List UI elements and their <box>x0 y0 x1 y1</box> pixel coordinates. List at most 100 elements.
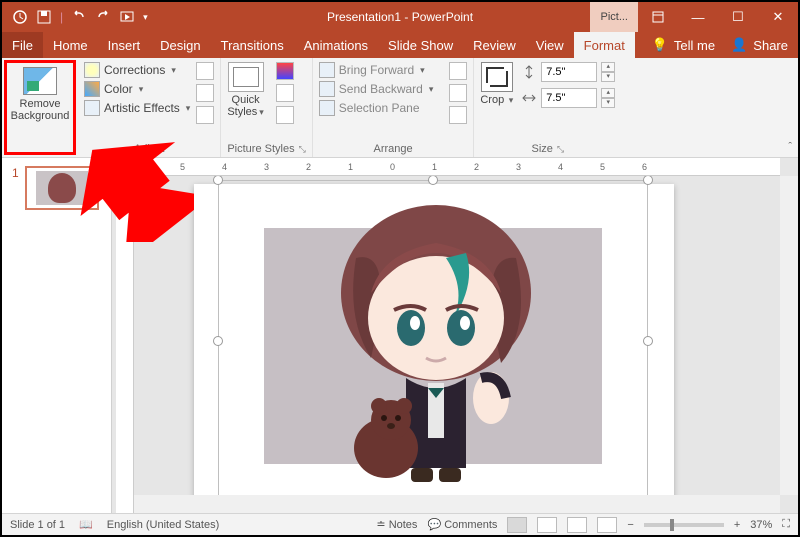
height-up[interactable]: ▴ <box>601 62 615 72</box>
tab-animations[interactable]: Animations <box>294 32 378 58</box>
tab-insert[interactable]: Insert <box>98 32 151 58</box>
vertical-ruler <box>116 176 134 513</box>
tab-design[interactable]: Design <box>150 32 210 58</box>
tell-me[interactable]: Tell me <box>674 38 715 53</box>
crop-button[interactable]: Crop ▾ <box>480 62 513 106</box>
group-objects-button[interactable] <box>449 84 467 102</box>
contextual-tab-label: Pict... <box>590 2 638 32</box>
color-button[interactable]: Color▾ <box>84 81 190 97</box>
vertical-scrollbar[interactable] <box>780 176 798 495</box>
tab-home[interactable]: Home <box>43 32 98 58</box>
close-button[interactable]: ✕ <box>758 2 798 32</box>
comments-button[interactable]: 💬 Comments <box>427 518 497 531</box>
height-field[interactable]: 7.5" ▴▾ <box>521 62 615 82</box>
share-button[interactable]: Share <box>753 38 788 53</box>
quick-styles-icon <box>228 62 264 92</box>
undo-icon[interactable] <box>71 9 87 25</box>
horizontal-ruler: 6 5 4 3 2 1 0 1 2 3 4 5 6 <box>134 158 780 176</box>
thumbnail-image <box>36 171 88 205</box>
tab-file[interactable]: File <box>2 32 43 58</box>
spellcheck-icon[interactable]: 📖 <box>79 518 93 531</box>
zoom-slider[interactable] <box>644 523 724 527</box>
qat-separator: | <box>60 10 63 24</box>
qat-dropdown-icon[interactable]: ▾ <box>143 12 148 23</box>
width-field[interactable]: 7.5" ▴▾ <box>521 88 615 108</box>
redo-icon[interactable] <box>95 9 111 25</box>
tab-review[interactable]: Review <box>463 32 526 58</box>
picture-border-button[interactable] <box>276 62 294 80</box>
zoom-level[interactable]: 37% <box>750 519 772 531</box>
group-arrange: Bring Forward▾ Send Backward▾ Selection … <box>313 58 475 157</box>
start-slideshow-icon[interactable] <box>119 9 135 25</box>
horizontal-scrollbar[interactable] <box>134 495 780 513</box>
selected-picture[interactable] <box>218 180 648 495</box>
width-down[interactable]: ▾ <box>601 98 615 108</box>
width-icon <box>521 90 537 106</box>
reading-view-button[interactable] <box>567 517 587 533</box>
dialog-launcher-icon[interactable]: ⤡ <box>299 144 306 154</box>
slideshow-view-button[interactable] <box>597 517 617 533</box>
group-picture-styles: Quick Styles▾ Picture Styles⤡ <box>221 58 312 157</box>
slide-sorter-button[interactable] <box>537 517 557 533</box>
change-picture-button[interactable] <box>196 84 214 102</box>
tab-transitions[interactable]: Transitions <box>211 32 294 58</box>
picture-effects-button[interactable] <box>276 84 294 102</box>
remove-background-icon <box>23 67 57 95</box>
remove-background-button[interactable]: Remove Background <box>4 60 76 155</box>
slide-indicator[interactable]: Slide 1 of 1 <box>10 519 65 531</box>
height-down[interactable]: ▾ <box>601 72 615 82</box>
zoom-out-button[interactable]: − <box>627 519 633 531</box>
autosave-icon[interactable] <box>12 9 28 25</box>
quick-access-toolbar: | ▾ <box>2 9 148 25</box>
dialog-launcher-icon[interactable]: ⤡ <box>557 144 564 154</box>
title-bar: | ▾ Presentation1 - PowerPoint Pict... —… <box>2 2 798 32</box>
quick-styles-button[interactable]: Quick Styles▾ <box>227 62 264 118</box>
minimize-button[interactable]: — <box>678 2 718 32</box>
picture-illustration <box>316 198 556 488</box>
corrections-button[interactable]: Corrections▾ <box>84 62 190 78</box>
maximize-button[interactable]: ☐ <box>718 2 758 32</box>
normal-view-button[interactable] <box>507 517 527 533</box>
selection-pane-button[interactable]: Selection Pane <box>319 100 434 116</box>
artistic-icon <box>84 100 100 116</box>
group-size: Crop ▾ 7.5" ▴▾ 7.5" ▴▾ Size⤡ <box>474 58 621 157</box>
ribbon-tabs: File Home Insert Design Transitions Anim… <box>2 32 798 58</box>
artistic-effects-button[interactable]: Artistic Effects▾ <box>84 100 190 116</box>
group-label-adjust: Adjust <box>84 143 214 155</box>
fit-to-window-button[interactable]: ⛶ <box>782 518 790 531</box>
align-button[interactable] <box>449 62 467 80</box>
picture-layout-button[interactable] <box>276 106 294 124</box>
ribbon: Remove Background Corrections▾ Color▾ Ar… <box>2 58 798 158</box>
selection-pane-icon <box>319 100 335 116</box>
language-indicator[interactable]: English (United States) <box>107 519 220 531</box>
rotate-button[interactable] <box>449 106 467 124</box>
chevron-down-icon: ▾ <box>139 84 144 95</box>
slide-canvas[interactable] <box>134 176 780 495</box>
slide-thumbnail-1[interactable] <box>25 166 99 210</box>
save-icon[interactable] <box>36 9 52 25</box>
resize-handle-l[interactable] <box>213 336 223 346</box>
workspace: 1 6 5 4 3 2 1 0 1 2 3 4 5 6 <box>2 158 798 513</box>
group-label-arrange: Arrange <box>319 143 468 155</box>
color-icon <box>84 81 100 97</box>
bring-forward-button[interactable]: Bring Forward▾ <box>319 62 434 78</box>
send-backward-button[interactable]: Send Backward▾ <box>319 81 434 97</box>
width-input[interactable]: 7.5" <box>541 88 597 108</box>
app-name: PowerPoint <box>412 10 473 24</box>
resize-handle-r[interactable] <box>643 336 653 346</box>
tab-view[interactable]: View <box>526 32 574 58</box>
collapse-ribbon-icon[interactable]: ˆ <box>788 141 792 153</box>
slide-thumbnail-pane[interactable]: 1 <box>2 158 112 513</box>
tab-format[interactable]: Format <box>574 32 635 58</box>
height-input[interactable]: 7.5" <box>541 62 597 82</box>
compress-pictures-button[interactable] <box>196 62 214 80</box>
zoom-in-button[interactable]: + <box>734 519 740 531</box>
tab-slideshow[interactable]: Slide Show <box>378 32 463 58</box>
width-up[interactable]: ▴ <box>601 88 615 98</box>
picture-content <box>226 188 640 494</box>
ribbon-options-icon[interactable] <box>638 2 678 32</box>
reset-picture-button[interactable] <box>196 106 214 124</box>
group-adjust: Corrections▾ Color▾ Artistic Effects▾ Ad… <box>78 58 221 157</box>
send-backward-icon <box>319 81 335 97</box>
notes-button[interactable]: ≐ Notes <box>376 518 417 531</box>
